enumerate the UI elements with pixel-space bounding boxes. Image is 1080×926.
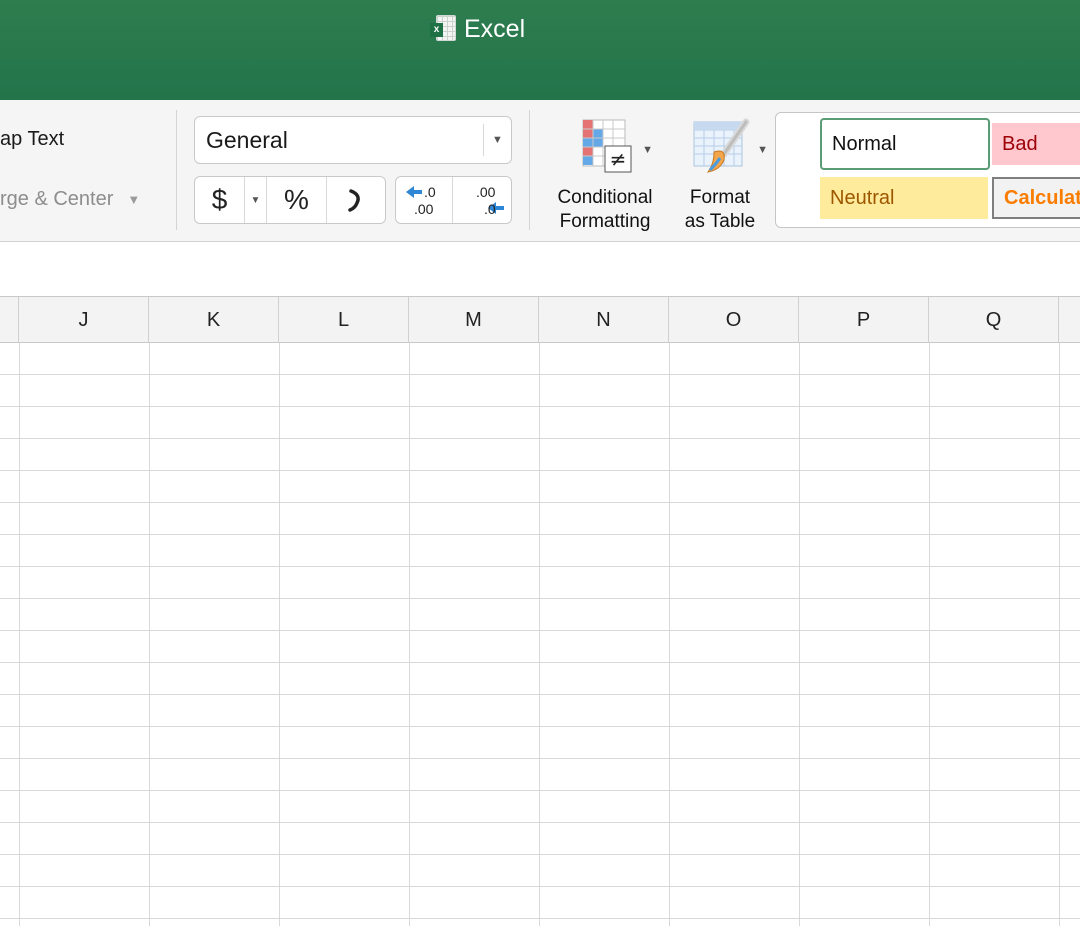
chevron-down-icon[interactable]: ▼: [757, 138, 768, 162]
style-neutral[interactable]: Neutral: [820, 177, 988, 219]
conditional-formatting-icon: ≠ ▼: [575, 116, 653, 176]
formula-bar[interactable]: [0, 242, 1080, 294]
conditional-formatting-label-2: Formatting: [559, 211, 651, 232]
column-headers: J K L M N O P Q: [0, 296, 1080, 343]
column-header-partial[interactable]: [0, 297, 19, 343]
decrease-decimal-button[interactable]: .00 .0: [453, 177, 510, 223]
chevron-down-icon[interactable]: ▼: [245, 177, 267, 223]
column-header-l[interactable]: L: [279, 297, 409, 343]
decrease-decimal-top: .00: [476, 184, 496, 200]
increase-decimal-bottom: .00: [414, 201, 434, 217]
column-header-q[interactable]: Q: [929, 297, 1059, 343]
increase-decimal-top: .0: [424, 184, 436, 200]
column-header-k[interactable]: K: [149, 297, 279, 343]
wrap-text-button[interactable]: ap Text: [0, 128, 64, 151]
comma-style-button[interactable]: [327, 177, 383, 223]
format-as-table-label-1: Format: [689, 187, 751, 208]
number-format-dropdown[interactable]: General ▼: [194, 116, 512, 164]
format-as-table-button[interactable]: ▼ Format as Table: [672, 116, 768, 234]
chevron-down-icon[interactable]: ▼: [483, 124, 511, 156]
merge-center-label: rge & Center: [0, 188, 114, 210]
chevron-down-icon[interactable]: ▼: [642, 138, 653, 162]
conditional-formatting-label-1: Conditional: [557, 187, 653, 208]
column-header-o[interactable]: O: [669, 297, 799, 343]
style-bad[interactable]: Bad: [992, 123, 1080, 165]
column-header-p[interactable]: P: [799, 297, 929, 343]
chevron-down-icon[interactable]: ▼: [127, 192, 140, 207]
number-format-value: General: [206, 126, 288, 153]
column-header-m[interactable]: M: [409, 297, 539, 343]
column-header-n[interactable]: N: [539, 297, 669, 343]
decimal-buttons: .0 .00 .00 .0: [395, 176, 512, 224]
cell-grid[interactable]: [0, 343, 1080, 926]
merge-center-button[interactable]: rge & Center ▼: [0, 188, 140, 211]
cell-styles-gallery: Normal Bad Neutral Calculat: [775, 112, 1080, 228]
accounting-format-button[interactable]: $: [195, 177, 245, 223]
window-title: x Excel: [430, 12, 525, 46]
column-header-j[interactable]: J: [19, 297, 149, 343]
style-calculation[interactable]: Calculat: [992, 177, 1080, 219]
style-normal[interactable]: Normal: [820, 118, 990, 170]
conditional-formatting-button[interactable]: ≠ ▼ Conditional Formatting: [545, 116, 665, 234]
format-as-table-label-2: as Table: [684, 211, 756, 232]
format-as-table-icon: ▼: [690, 116, 768, 176]
increase-decimal-button[interactable]: .0 .00: [396, 177, 453, 223]
percent-style-button[interactable]: %: [267, 177, 327, 223]
svg-text:≠: ≠: [610, 147, 627, 171]
ribbon-divider: [176, 110, 177, 230]
title-bar: x Excel: [0, 0, 1080, 100]
excel-document-icon: x: [430, 15, 456, 43]
number-format-buttons: $ ▼ %: [194, 176, 386, 224]
app-name: Excel: [464, 14, 526, 43]
ribbon: ap Text rge & Center ▼ General ▼ $ ▼ % .…: [0, 100, 1080, 242]
decrease-decimal-bottom: .0: [484, 201, 496, 217]
ribbon-divider: [529, 110, 530, 230]
